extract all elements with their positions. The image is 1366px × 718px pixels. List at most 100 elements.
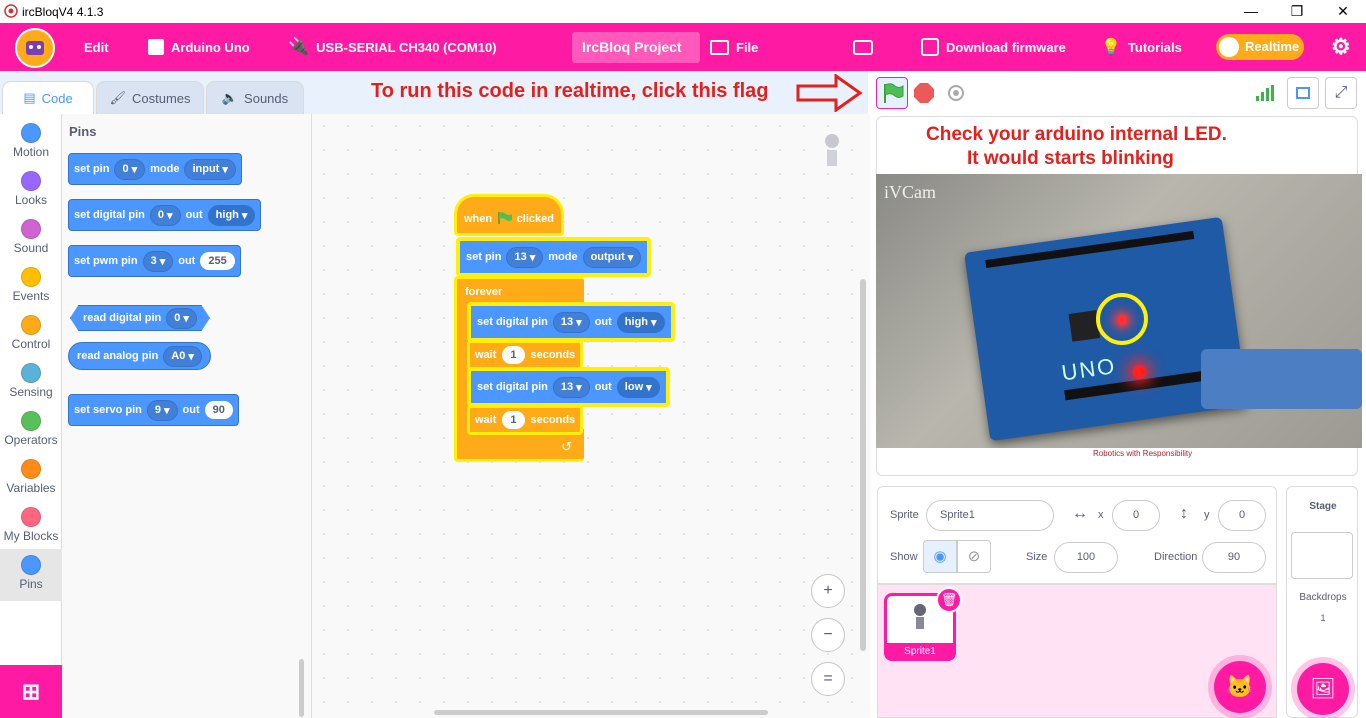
download-firmware-menu[interactable]: Download firmware [921,23,1066,71]
pin-dropdown[interactable]: 9 ▾ [146,399,178,421]
category-variables[interactable]: Variables [0,453,62,501]
restore-button[interactable]: ❐ [1274,0,1320,23]
mode-dropdown[interactable]: output ▾ [582,246,642,268]
settings-button[interactable]: ⚙ [1331,23,1351,71]
realtime-toggle[interactable]: Realtime [1216,34,1304,60]
stage-caption: Robotics with Responsibility [1093,449,1193,458]
logo-robot-icon[interactable] [15,28,55,68]
when-flag-clicked-hat[interactable]: when clicked [454,194,564,236]
port-menu[interactable]: 🔌 USB-SERIAL CH340 (COM10) [288,23,497,71]
wait-seconds-input[interactable]: 1 [502,411,525,429]
show-visible-eye-icon[interactable]: ◉ [923,540,957,573]
set-pin-mode-block[interactable]: set pin 0 ▾ mode input ▾ [68,153,242,185]
wait-seconds-input[interactable]: 1 [502,346,525,364]
category-control[interactable]: Control [0,309,62,357]
block-text: set pin [74,163,110,175]
level-dropdown[interactable]: high ▾ [616,311,665,333]
size-input[interactable]: 100 [1054,542,1118,573]
block-text: wait [475,414,497,426]
project-title-input[interactable]: IrcBloq Project [572,32,700,63]
script-wait-block-2[interactable]: wait 1 seconds [467,405,583,435]
script-set-pin-block[interactable]: set pin 13 ▾ mode output ▾ [456,237,652,277]
block-text: seconds [530,414,576,426]
palette-heading: Pins [69,124,97,139]
edit-menu[interactable]: Edit [84,23,109,71]
block-text: out [594,381,612,393]
category-my-blocks[interactable]: My Blocks [0,501,62,549]
camera-icon [853,39,873,55]
palette-scrollbar[interactable] [299,659,304,717]
servo-value-input[interactable]: 90 [204,401,233,419]
code-workspace[interactable]: when clicked set pin 13 ▾ mode output ▾ forev… [312,114,870,718]
file-menu[interactable]: File [710,23,758,71]
tab-costumes[interactable]: 🖌 Costumes [96,81,204,114]
zoom-in-button[interactable]: + [811,574,845,608]
flag-hint-annotation: To run this code in realtime, click this… [371,80,769,102]
pwm-value-input[interactable]: 255 [200,252,235,270]
small-stage-button[interactable] [1287,77,1319,109]
set-servo-pin-block[interactable]: set servo pin 9 ▾ out 90 [68,394,239,426]
stage-selector[interactable]: Stage Backdrops 1 🖼 [1286,486,1358,718]
download-firmware-label: Download firmware [946,39,1066,55]
set-pwm-pin-block[interactable]: set pwm pin 3 ▾ out 255 [68,245,241,277]
mode-dropdown[interactable]: input ▾ [184,158,236,180]
pin-dropdown[interactable]: A0 ▾ [163,345,202,367]
pin-dropdown[interactable]: 13 ▾ [552,311,590,333]
tab-code[interactable]: ▤ Code [2,81,94,114]
add-backdrop-icon[interactable]: 🖼 [1297,663,1349,715]
pin-dropdown[interactable]: 0 ▾ [114,158,146,180]
zoom-reset-button[interactable]: = [811,662,845,696]
sprite-name-input[interactable]: Sprite1 [926,500,1054,531]
x-input[interactable]: 0 [1112,500,1160,531]
record-button[interactable] [948,85,964,101]
pin-dropdown[interactable]: 0 ▾ [149,204,181,226]
tutorials-menu[interactable]: 💡 Tutorials [1101,23,1182,71]
block-text: set digital pin [477,316,548,328]
category-events[interactable]: Events [0,261,62,309]
level-dropdown[interactable]: low ▾ [616,376,660,398]
category-motion[interactable]: Motion [0,117,62,165]
realtime-label: Realtime [1245,39,1300,54]
fullscreen-icon[interactable]: ⤢ [1325,77,1357,109]
pin-dropdown[interactable]: 13 ▾ [552,376,590,398]
script-set-digital-high-block[interactable]: set digital pin 13 ▾ out high ▾ [467,302,675,342]
led-highlight-circle [1096,293,1148,345]
hide-eye-slash-icon[interactable]: ⊘ [957,540,991,573]
zoom-out-button[interactable]: − [811,618,845,652]
sprite-thumbnail-watermark [817,134,847,180]
category-operators[interactable]: Operators [0,405,62,453]
camera-button[interactable] [853,23,873,71]
script-set-digital-low-block[interactable]: set digital pin 13 ▾ out low ▾ [467,367,670,407]
block-text: when [464,213,493,225]
board-menu[interactable]: Arduino Uno [148,23,250,71]
add-extension-button[interactable]: ⊞ [0,665,62,718]
category-sensing[interactable]: Sensing [0,357,62,405]
pin-dropdown[interactable]: 13 ▾ [506,246,544,268]
category-pins[interactable]: Pins [0,549,62,601]
tab-sounds[interactable]: 🔈 Sounds [206,81,304,114]
sprite-costume-thumbnail [910,604,930,634]
stage-backdrop-thumbnail[interactable] [1291,532,1353,579]
workspace-horizontal-scrollbar[interactable] [434,710,768,715]
pin-dropdown[interactable]: 3 ▾ [142,250,174,272]
green-flag-button[interactable] [876,77,908,109]
level-dropdown[interactable]: high ▾ [207,204,256,226]
category-looks[interactable]: Looks [0,165,62,213]
direction-input[interactable]: 90 [1202,542,1266,573]
script-wait-block-1[interactable]: wait 1 seconds [467,340,583,370]
delete-sprite-trash-icon[interactable]: 🗑 [936,587,962,613]
minimize-button[interactable]: — [1228,0,1274,23]
add-sprite-cat-icon[interactable]: 🐱 [1214,661,1266,713]
stop-button[interactable] [914,83,934,103]
read-digital-pin-block[interactable]: read digital pin 0 ▾ [70,305,210,331]
category-sound[interactable]: Sound [0,213,62,261]
x-label: x [1098,509,1104,521]
pin-dropdown[interactable]: 0 ▾ [166,307,197,329]
close-button[interactable]: ✕ [1320,0,1366,23]
set-digital-pin-block[interactable]: set digital pin 0 ▾ out high ▾ [68,199,262,231]
y-label: y [1204,509,1210,521]
workspace-vertical-scrollbar[interactable] [860,279,866,651]
read-analog-pin-block[interactable]: read analog pin A0 ▾ [68,342,211,370]
horizontal-arrows-icon: ↔ [1072,505,1088,522]
y-input[interactable]: 0 [1218,500,1266,531]
